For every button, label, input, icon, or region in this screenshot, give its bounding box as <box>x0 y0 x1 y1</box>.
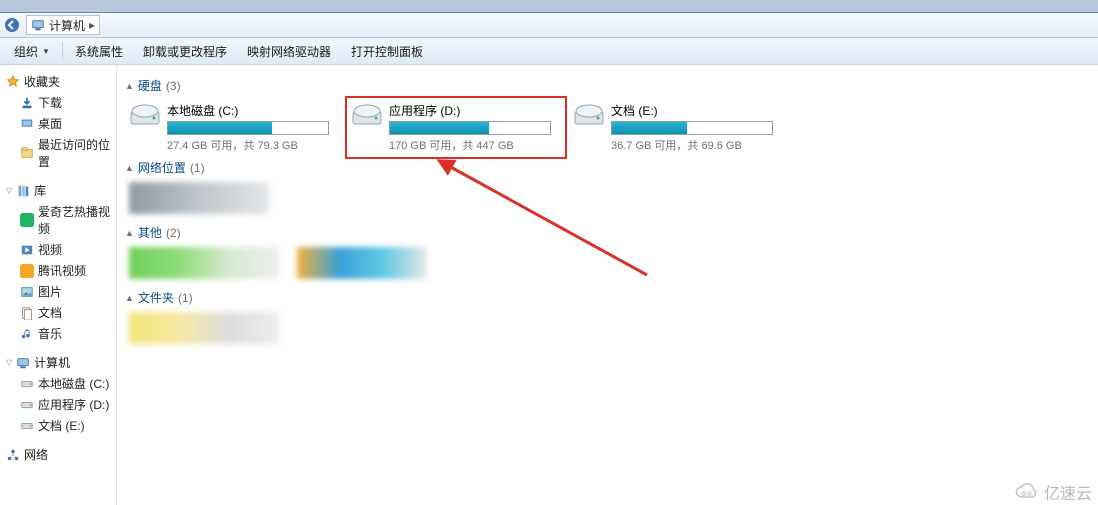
sidebar-item-music[interactable]: 音乐 <box>0 323 116 344</box>
drives-row: 本地磁盘 (C:) 27.4 GB 可用，共 79.3 GB 应用程序 (D:) 17… <box>127 100 1092 155</box>
chevron-right-icon[interactable]: ▸ <box>89 18 95 32</box>
favorites-header[interactable]: 收藏夹 <box>0 71 116 92</box>
network-header[interactable]: 网络 <box>0 444 116 465</box>
map-drive-button[interactable]: 映射网络驱动器 <box>239 41 339 62</box>
hard-disk-icon <box>129 102 161 128</box>
drive-name: 应用程序 (D:) <box>389 102 561 119</box>
system-properties-button[interactable]: 系统属性 <box>67 41 131 62</box>
other-items <box>129 247 1092 279</box>
blurred-item[interactable] <box>129 247 279 279</box>
nav-pane: 收藏夹 下载 桌面 最近访问的位置 ▽库 爱奇艺热播视频 视频 腾讯视频 图片 … <box>0 65 117 505</box>
breadcrumb-location: 计算机 <box>49 17 85 34</box>
sidebar-item-pictures[interactable]: 图片 <box>0 281 116 302</box>
folder-items <box>129 312 1092 344</box>
uninstall-button[interactable]: 卸载或更改程序 <box>135 41 235 62</box>
breadcrumb[interactable]: 计算机 ▸ <box>26 15 100 35</box>
network-icon <box>6 448 20 462</box>
libraries-header[interactable]: ▽库 <box>0 180 116 201</box>
command-bar: 组织▼ 系统属性 卸载或更改程序 映射网络驱动器 打开控制面板 <box>0 38 1098 65</box>
chevron-down-icon: ▽ <box>6 358 12 367</box>
blurred-item[interactable] <box>297 247 427 279</box>
group-header-disks[interactable]: ▲硬盘 (3) <box>125 77 1092 94</box>
cloud-icon <box>1014 483 1040 501</box>
disk-icon <box>20 419 34 433</box>
star-icon <box>6 75 20 89</box>
collapse-icon: ▲ <box>125 228 134 238</box>
capacity-bar <box>389 121 551 135</box>
sidebar-item-recent[interactable]: 最近访问的位置 <box>0 134 116 172</box>
netloc-items <box>129 182 1092 214</box>
drive-capacity-text: 170 GB 可用，共 447 GB <box>389 137 561 153</box>
drive-capacity-text: 27.4 GB 可用，共 79.3 GB <box>167 137 339 153</box>
collapse-icon: ▲ <box>125 163 134 173</box>
blurred-item[interactable] <box>129 312 279 344</box>
computer-icon <box>31 18 45 32</box>
sidebar-item-desktop[interactable]: 桌面 <box>0 113 116 134</box>
drive-item[interactable]: 本地磁盘 (C:) 27.4 GB 可用，共 79.3 GB <box>127 100 341 155</box>
music-icon <box>20 327 34 341</box>
sidebar-item-disk-d[interactable]: 应用程序 (D:) <box>0 394 116 415</box>
drive-item[interactable]: 文档 (E:) 36.7 GB 可用，共 69.6 GB <box>571 100 785 155</box>
download-icon <box>20 96 34 110</box>
recent-icon <box>20 146 34 160</box>
capacity-bar <box>611 121 773 135</box>
titlebar-stub <box>0 0 1098 13</box>
drive-capacity-text: 36.7 GB 可用，共 69.6 GB <box>611 137 783 153</box>
disk-icon <box>20 377 34 391</box>
desktop-icon <box>20 117 34 131</box>
libraries-icon <box>16 184 30 198</box>
computer-header[interactable]: ▽计算机 <box>0 352 116 373</box>
chevron-down-icon: ▽ <box>6 186 12 195</box>
documents-icon <box>20 306 34 320</box>
content-pane: ▲硬盘 (3) 本地磁盘 (C:) 27.4 GB 可用，共 79.3 GB 应用程… <box>117 65 1098 505</box>
sidebar-item-downloads[interactable]: 下载 <box>0 92 116 113</box>
drive-item[interactable]: 应用程序 (D:) 170 GB 可用，共 447 GB <box>349 100 563 155</box>
hard-disk-icon <box>351 102 383 128</box>
organize-button[interactable]: 组织▼ <box>6 41 58 62</box>
chevron-down-icon: ▼ <box>42 47 50 56</box>
collapse-icon: ▲ <box>125 293 134 303</box>
hard-disk-icon <box>573 102 605 128</box>
sidebar-item-disk-c[interactable]: 本地磁盘 (C:) <box>0 373 116 394</box>
watermark: 亿速云 <box>1014 480 1092 504</box>
video-icon <box>20 243 34 257</box>
address-bar: 计算机 ▸ <box>0 13 1098 38</box>
sidebar-item-disk-e[interactable]: 文档 (E:) <box>0 415 116 436</box>
qqvideo-icon <box>20 264 34 278</box>
sidebar-item-iqiyi[interactable]: 爱奇艺热播视频 <box>0 201 116 239</box>
sidebar-item-video[interactable]: 视频 <box>0 239 116 260</box>
drive-name: 本地磁盘 (C:) <box>167 102 339 119</box>
drive-name: 文档 (E:) <box>611 102 783 119</box>
nav-buttons <box>4 17 20 33</box>
pictures-icon <box>20 285 34 299</box>
capacity-bar <box>167 121 329 135</box>
disk-icon <box>20 398 34 412</box>
sidebar-item-documents[interactable]: 文档 <box>0 302 116 323</box>
group-header-other[interactable]: ▲其他 (2) <box>125 224 1092 241</box>
blurred-item[interactable] <box>129 182 269 214</box>
control-panel-button[interactable]: 打开控制面板 <box>343 41 431 62</box>
back-icon[interactable] <box>4 17 20 33</box>
group-header-netloc[interactable]: ▲网络位置 (1) <box>125 159 1092 176</box>
computer-icon <box>16 356 30 370</box>
collapse-icon: ▲ <box>125 81 134 91</box>
group-header-folders[interactable]: ▲文件夹 (1) <box>125 289 1092 306</box>
separator <box>62 42 63 60</box>
sidebar-item-qqvideo[interactable]: 腾讯视频 <box>0 260 116 281</box>
iqiyi-icon <box>20 213 34 227</box>
